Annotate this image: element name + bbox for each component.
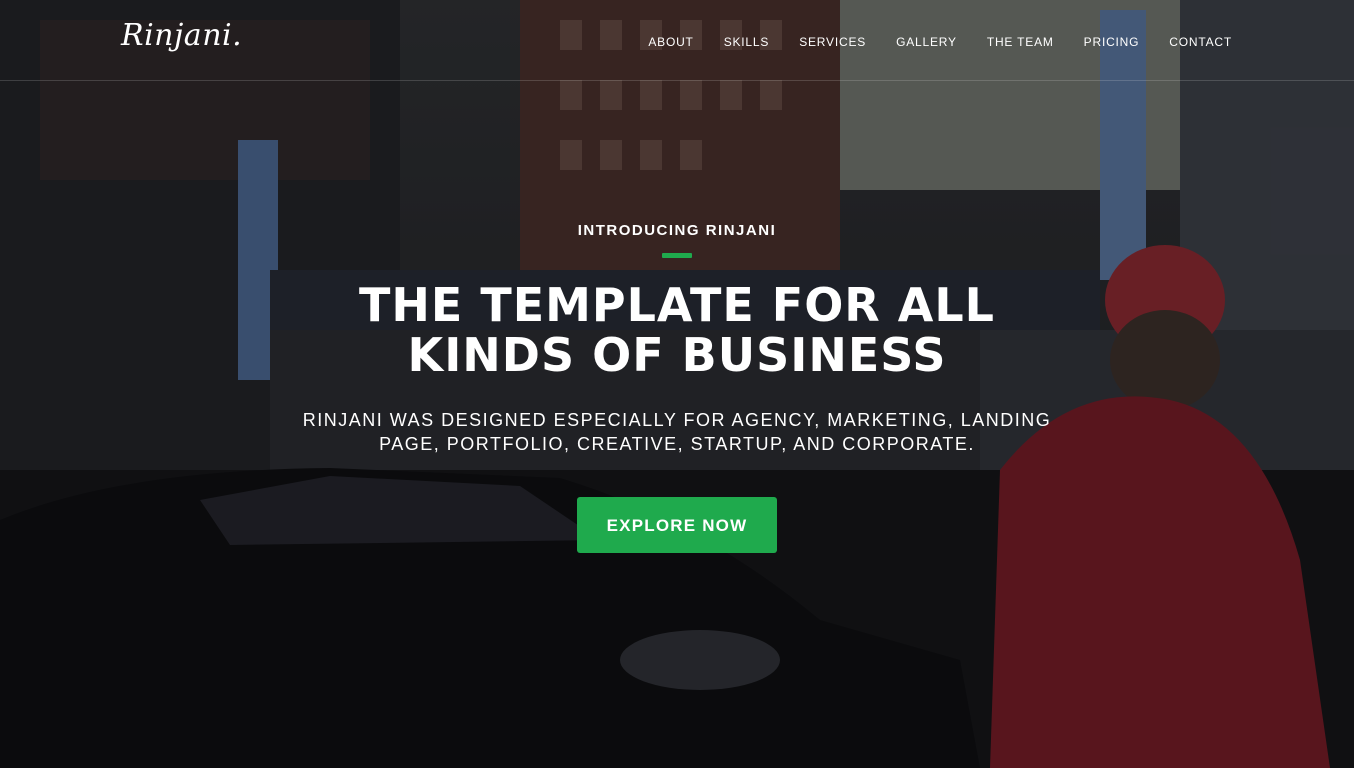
hero-subtext: RINJANI WAS DESIGNED ESPECIALLY FOR AGEN… (297, 408, 1057, 456)
hero-section: INTRODUCING RINJANI THE TEMPLATE FOR ALL… (0, 222, 1354, 553)
nav-item-pricing: PRICING (1084, 33, 1140, 51)
nav-item-gallery: GALLERY (896, 33, 957, 51)
nav-link-gallery[interactable]: GALLERY (896, 35, 957, 49)
hero-headline: THE TEMPLATE FOR ALL KINDS OF BUSINESS (297, 280, 1057, 380)
hero-subtext-line-2: PAGE, PORTFOLIO, CREATIVE, STARTUP, AND … (379, 434, 975, 454)
accent-divider (662, 253, 692, 258)
nav-link-services[interactable]: SERVICES (799, 35, 866, 49)
explore-now-button[interactable]: EXPLORE NOW (577, 497, 777, 553)
nav-item-contact: CONTACT (1169, 33, 1232, 51)
nav-link-the-team[interactable]: THE TEAM (987, 35, 1054, 49)
nav-link-skills[interactable]: SKILLS (724, 35, 770, 49)
hero-headline-line-1: THE TEMPLATE FOR ALL (359, 278, 995, 332)
nav-item-about: ABOUT (648, 33, 693, 51)
nav-item-services: SERVICES (799, 33, 866, 51)
nav-menu: ABOUT SKILLS SERVICES GALLERY THE TEAM P… (648, 33, 1232, 51)
nav-link-about[interactable]: ABOUT (648, 35, 693, 49)
brand-logo[interactable]: Rinjani. (121, 18, 242, 53)
hero-intro: INTRODUCING RINJANI (577, 222, 777, 239)
navbar: Rinjani. ABOUT SKILLS SERVICES GALLERY T… (0, 0, 1354, 81)
hero-subtext-line-1: RINJANI WAS DESIGNED ESPECIALLY FOR AGEN… (302, 410, 1052, 430)
hero-headline-line-2: KINDS OF BUSINESS (407, 328, 947, 382)
nav-link-contact[interactable]: CONTACT (1169, 35, 1232, 49)
nav-item-skills: SKILLS (724, 33, 770, 51)
nav-link-pricing[interactable]: PRICING (1084, 35, 1140, 49)
nav-item-the-team: THE TEAM (987, 33, 1054, 51)
